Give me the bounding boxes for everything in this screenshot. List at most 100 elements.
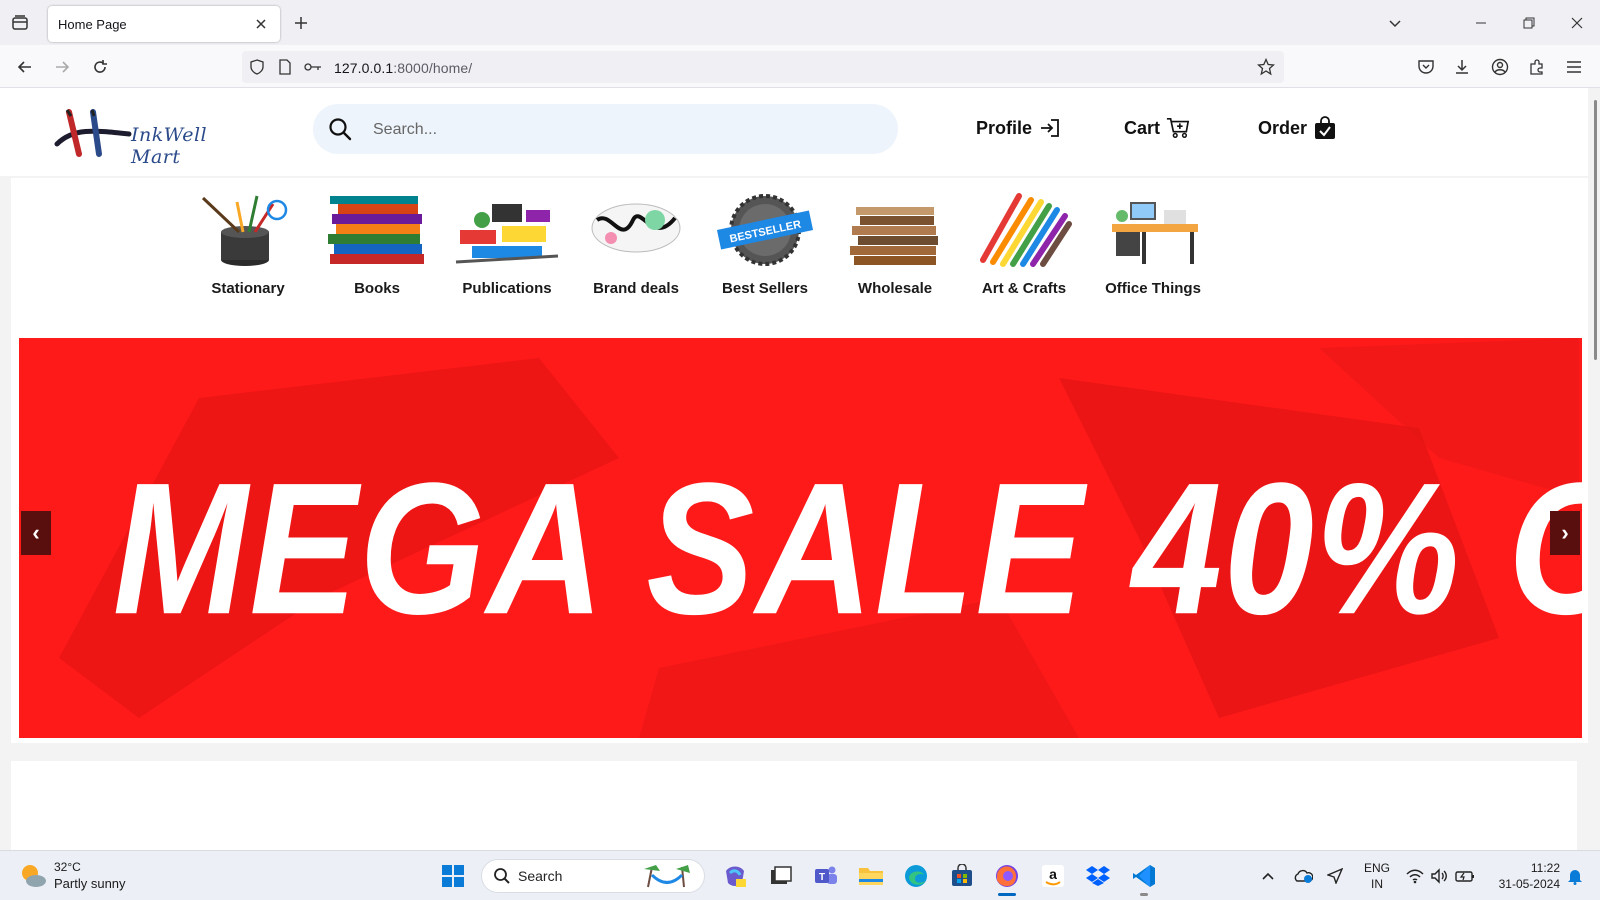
svg-text:a: a (1049, 866, 1057, 882)
banner-headline: MEGA SALE 40% OFF (112, 442, 1582, 654)
firefox-active-indicator (998, 893, 1016, 896)
chevron-up-icon[interactable] (1258, 866, 1278, 886)
browser-tab-bar: Home Page (0, 0, 1600, 45)
vscode-running-indicator (1140, 893, 1148, 896)
color-pencils-icon (980, 193, 1072, 267)
new-tab-icon[interactable] (289, 11, 313, 35)
notification-bell-icon[interactable] (1565, 866, 1585, 886)
profile-link[interactable]: Profile (976, 116, 1062, 140)
chevron-left-icon: ‹ (32, 520, 40, 545)
restore-window-icon[interactable] (1506, 6, 1552, 40)
pencil-cup-icon (201, 195, 288, 266)
windows-start-icon[interactable] (438, 861, 468, 891)
carousel-next-button[interactable]: › (1550, 511, 1580, 555)
downloads-icon[interactable] (1448, 53, 1476, 81)
profile-label: Profile (976, 117, 1033, 138)
menu-icon[interactable] (1560, 53, 1588, 81)
book-stack-icon (328, 196, 424, 264)
weather-widget[interactable]: 32°C Partly sunny (18, 859, 158, 893)
edge-browser-icon[interactable] (901, 861, 931, 891)
category-art-crafts[interactable]: Art & Crafts (964, 190, 1084, 297)
beach-hammock-icon (644, 865, 690, 888)
location-icon[interactable] (1325, 866, 1345, 886)
partly-sunny-icon (22, 865, 46, 887)
category-label: Books (354, 280, 400, 297)
url-path: :8000/home/ (393, 60, 473, 76)
carousel-prev-button[interactable]: ‹ (21, 511, 51, 555)
microsoft-store-icon[interactable] (947, 861, 977, 891)
search-input[interactable] (373, 117, 873, 143)
pocket-icon[interactable] (1412, 53, 1440, 81)
language-code: ENG (1363, 861, 1390, 875)
cart-link[interactable]: Cart (1124, 116, 1190, 140)
extensions-icon[interactable] (1523, 53, 1551, 81)
volume-icon[interactable] (1429, 866, 1449, 886)
logo-text: InkWell Mart (131, 124, 208, 168)
onedrive-icon[interactable] (1293, 866, 1313, 886)
battery-icon[interactable] (1455, 866, 1475, 886)
search-box[interactable] (313, 104, 898, 154)
cart-label: Cart (1124, 117, 1161, 138)
search-icon (494, 868, 510, 884)
teams-icon[interactable]: T (811, 861, 841, 891)
promo-banner[interactable]: MEGA SALE 40% OFF (19, 338, 1582, 738)
shopping-bag-check-icon (1313, 116, 1337, 140)
address-bar[interactable]: 127.0.0.1:8000/home/ (242, 51, 1284, 83)
order-label: Order (1258, 117, 1308, 138)
key-icon[interactable] (304, 58, 322, 76)
shield-icon[interactable] (248, 58, 266, 76)
file-explorer-icon[interactable] (856, 861, 886, 891)
category-stationary[interactable]: Stationary (188, 190, 308, 297)
language-indicator[interactable]: ENG IN (1363, 860, 1391, 892)
reload-icon[interactable] (86, 53, 114, 81)
old-books-stack-icon (850, 207, 938, 265)
site-logo[interactable]: InkWell Mart (53, 108, 263, 168)
windows-taskbar: 32°C Partly sunny Search T a ENG IN 11:2… (0, 850, 1600, 900)
taskbar-search[interactable]: Search (481, 859, 705, 893)
category-brand-deals[interactable]: Brand deals (576, 190, 696, 297)
page-scrollbar[interactable] (1588, 88, 1600, 850)
copilot-icon[interactable] (720, 861, 750, 891)
category-best-sellers[interactable]: BESTSELLER Best Sellers (705, 190, 825, 297)
minimize-window-icon[interactable] (1458, 6, 1504, 40)
list-all-tabs-icon[interactable] (8, 11, 32, 35)
tab-title: Home Page (58, 17, 127, 32)
clock-time: 11:22 (1530, 861, 1560, 875)
amazon-icon[interactable]: a (1038, 861, 1068, 891)
dropbox-icon[interactable] (1083, 861, 1113, 891)
cart-plus-icon (1166, 116, 1190, 140)
login-arrow-icon (1038, 116, 1062, 140)
forward-arrow-icon[interactable] (48, 53, 76, 81)
search-icon[interactable] (327, 116, 353, 142)
browser-tab-active[interactable]: Home Page (48, 6, 280, 42)
task-view-icon[interactable] (766, 861, 796, 891)
svg-text:T: T (819, 872, 825, 883)
order-link[interactable]: Order (1258, 116, 1337, 140)
close-window-icon[interactable] (1554, 6, 1600, 40)
account-icon[interactable] (1486, 53, 1514, 81)
wifi-icon[interactable] (1405, 866, 1425, 886)
vscode-icon[interactable] (1129, 861, 1159, 891)
category-wholesale[interactable]: Wholesale (835, 190, 955, 297)
category-publications[interactable]: Publications (447, 190, 567, 297)
product-thumbnails-peek (11, 761, 1577, 850)
url-host: 127.0.0.1 (334, 60, 394, 76)
chevron-down-icon[interactable] (1383, 11, 1407, 35)
site-header: InkWell Mart Profile Cart Order (0, 88, 1588, 176)
back-arrow-icon[interactable] (11, 53, 39, 81)
category-label: Wholesale (857, 280, 933, 297)
system-clock[interactable]: 11:22 31-05-2024 (1488, 860, 1560, 892)
close-tab-icon[interactable] (252, 15, 270, 33)
firefox-icon[interactable] (992, 861, 1022, 891)
page-viewport: InkWell Mart Profile Cart Order (0, 88, 1600, 850)
category-label: Best Sellers (722, 280, 808, 297)
category-books[interactable]: Books (317, 190, 437, 297)
taskbar-search-label: Search (518, 868, 563, 884)
region-code: IN (1371, 877, 1383, 891)
page-icon[interactable] (276, 58, 294, 76)
scrollbar-thumb[interactable] (1594, 100, 1597, 360)
bestseller-badge-icon: BESTSELLER (716, 194, 814, 266)
category-office-things[interactable]: Office Things (1093, 190, 1213, 297)
chevron-right-icon: › (1561, 520, 1569, 545)
bookmark-star-icon[interactable] (1256, 57, 1276, 77)
